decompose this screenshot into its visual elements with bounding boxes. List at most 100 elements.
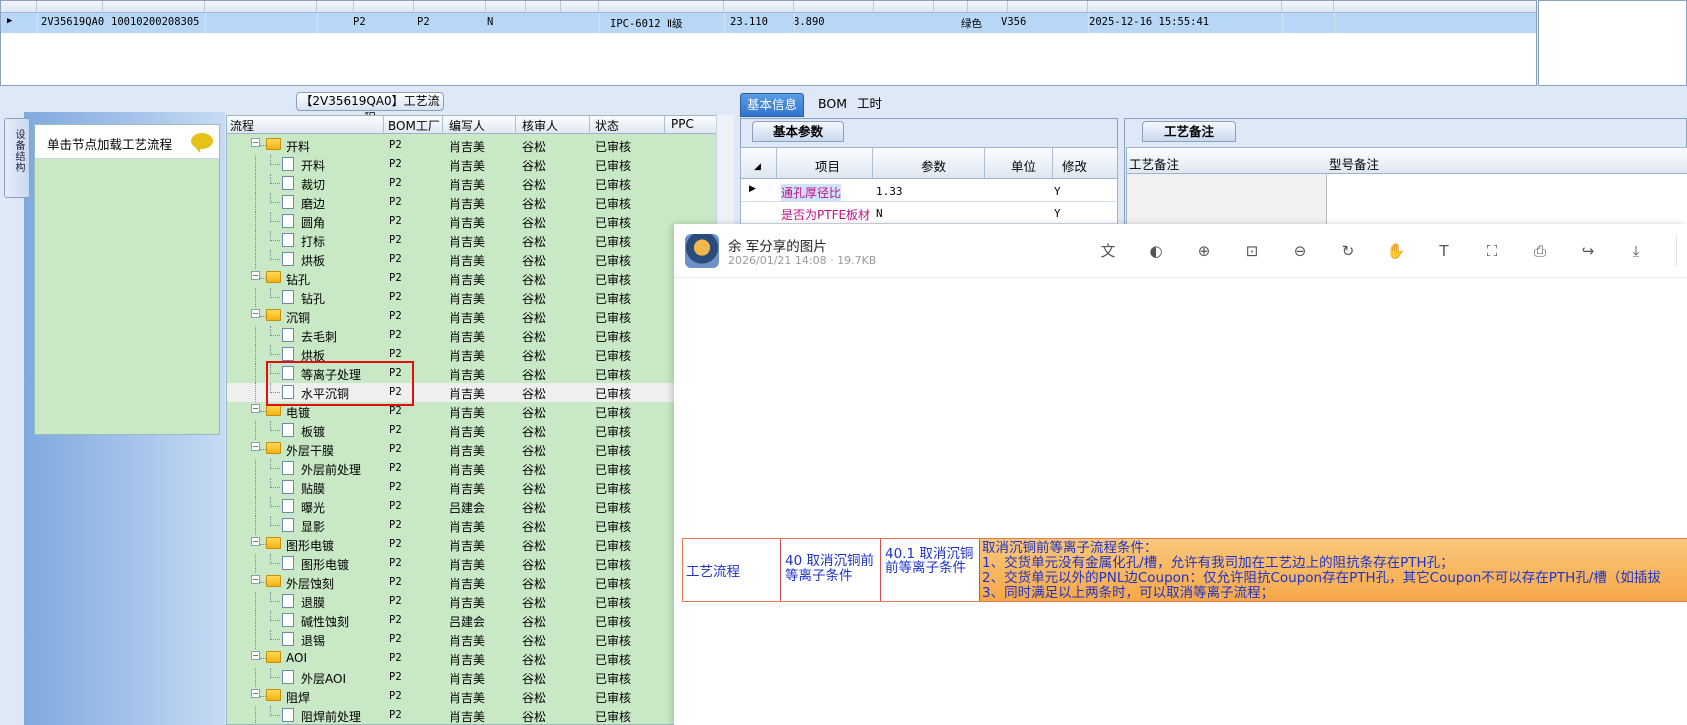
tree-step-row[interactable]: 外层前处理 P2 肖吉美 谷松 已审核 xyxy=(227,459,733,478)
tree-step-row[interactable]: 磨边 P2 肖吉美 谷松 已审核 xyxy=(227,193,733,212)
tree-node-label: 电镀 xyxy=(286,406,311,420)
order-code: 2V35619QA0 xyxy=(41,16,105,28)
process-note-input[interactable] xyxy=(1127,174,1327,228)
tree-cell-factory: P2 xyxy=(389,177,402,189)
col-writer[interactable]: 编写人 xyxy=(449,117,485,134)
tree-step-row[interactable]: 去毛刺 P2 肖吉美 谷松 已审核 xyxy=(227,326,733,345)
tree-cell-status: 已审核 xyxy=(595,672,632,686)
print-icon[interactable]: ⎙ xyxy=(1530,241,1550,261)
document-icon xyxy=(282,347,294,361)
tab-basic-params[interactable]: 基本参数 xyxy=(752,121,844,142)
tree-group-row[interactable]: − AOI P2 肖吉美 谷松 已审核 xyxy=(227,649,733,668)
tree-group-row[interactable]: − 外层蚀刻 P2 肖吉美 谷松 已审核 xyxy=(227,573,733,592)
tab-process-notes[interactable]: 工艺备注 xyxy=(1142,121,1236,142)
tree-node-label: 碱性蚀刻 xyxy=(301,615,350,629)
tree-node-label: 开料 xyxy=(286,140,311,154)
tree-cell-factory: P2 xyxy=(389,424,402,436)
hand-icon[interactable]: ✋ xyxy=(1386,241,1406,261)
collapse-icon[interactable]: − xyxy=(251,689,260,698)
tree-step-row[interactable]: 贴膜 P2 肖吉美 谷松 已审核 xyxy=(227,478,733,497)
tree-step-row[interactable]: 圆角 P2 肖吉美 谷松 已审核 xyxy=(227,212,733,231)
tree-cell-status: 已审核 xyxy=(595,292,632,306)
basic-params-header: ◢ 项目 参数 单位 修改 xyxy=(741,148,1117,179)
collapse-icon[interactable]: − xyxy=(251,309,260,318)
col-reviewer[interactable]: 核审人 xyxy=(522,117,558,134)
tree-cell-writer: 肖吉美 xyxy=(449,558,486,572)
tree-group-row[interactable]: − 阻焊 P2 肖吉美 谷松 已审核 xyxy=(227,687,733,706)
tree-group-row[interactable]: − 钻孔 P2 肖吉美 谷松 已审核 xyxy=(227,269,733,288)
tree-group-row[interactable]: − 开料 P2 肖吉美 谷松 已审核 xyxy=(227,136,733,155)
collapse-icon[interactable]: − xyxy=(251,271,260,280)
col-modify[interactable]: 修改 xyxy=(1062,156,1087,175)
tree-cell-reviewer: 谷松 xyxy=(522,140,547,154)
tree-cell-status: 已审核 xyxy=(595,311,632,325)
collapse-icon[interactable]: − xyxy=(251,575,260,584)
document-icon xyxy=(282,233,294,247)
tree-node-label: 阻焊 xyxy=(286,691,311,705)
col-item[interactable]: 项目 xyxy=(815,156,840,175)
order-row-selected[interactable]: ▶ 2V35619QA0 10010200208305 P2 P2 N IPC-… xyxy=(1,13,1536,33)
tree-cell-factory: P2 xyxy=(389,576,402,588)
tree-cell-factory: P2 xyxy=(389,481,402,493)
rotate-icon[interactable]: ↻ xyxy=(1338,241,1358,261)
param-row[interactable]: ▶ 通孔厚径比 1.33 Y xyxy=(741,180,1117,202)
tab-bom[interactable]: BOM xyxy=(812,93,853,117)
collapse-icon[interactable]: − xyxy=(251,404,260,413)
tree-cell-writer: 肖吉美 xyxy=(449,159,486,173)
tree-group-row[interactable]: − 外层干膜 P2 肖吉美 谷松 已审核 xyxy=(227,440,733,459)
tree-step-row[interactable]: 曝光 P2 吕建会 谷松 已审核 xyxy=(227,497,733,516)
tree-step-row[interactable]: 打标 P2 肖吉美 谷松 已审核 xyxy=(227,231,733,250)
col-unit[interactable]: 单位 xyxy=(1011,156,1036,175)
node-hint-bar[interactable]: 单击节点加载工艺流程 xyxy=(35,125,219,159)
collapse-icon[interactable]: − xyxy=(251,138,260,147)
share-icon[interactable]: ↪ xyxy=(1578,241,1598,261)
tree-step-row[interactable]: 开料 P2 肖吉美 谷松 已审核 xyxy=(227,155,733,174)
tree-step-row[interactable]: 裁切 P2 肖吉美 谷松 已审核 xyxy=(227,174,733,193)
model-note-input[interactable] xyxy=(1328,174,1687,228)
param-row[interactable]: 是否为PTFE板材 N Y xyxy=(741,202,1117,224)
text-extract-icon[interactable]: T xyxy=(1434,241,1454,261)
tab-labor-hours[interactable]: 工时 xyxy=(851,93,888,117)
tree-cell-factory: P2 xyxy=(389,291,402,303)
tree-cell-writer: 肖吉美 xyxy=(449,368,486,382)
tree-node-label: 阻焊前处理 xyxy=(301,710,362,724)
translate-icon[interactable]: 文 xyxy=(1098,241,1118,261)
col-ppc[interactable]: PPC xyxy=(671,117,694,131)
tree-cell-factory: P2 xyxy=(389,348,402,360)
tree-cell-writer: 肖吉美 xyxy=(449,273,486,287)
screenshot-icon[interactable]: ⛶ xyxy=(1482,241,1502,261)
tree-cell-writer: 肖吉美 xyxy=(449,197,486,211)
tree-group-row[interactable]: − 图形电镀 P2 肖吉美 谷松 已审核 xyxy=(227,535,733,554)
col-status[interactable]: 状态 xyxy=(595,117,619,134)
tree-group-row[interactable]: − 沉铜 P2 肖吉美 谷松 已审核 xyxy=(227,307,733,326)
tree-step-row[interactable]: 烘板 P2 肖吉美 谷松 已审核 xyxy=(227,250,733,269)
col-param[interactable]: 参数 xyxy=(921,156,946,175)
col-flow[interactable]: 流程 xyxy=(230,117,254,134)
actual-size-icon[interactable]: ⊡ xyxy=(1242,241,1262,261)
tree-step-row[interactable]: 图形电镀 P2 肖吉美 谷松 已审核 xyxy=(227,554,733,573)
zoom-out-icon[interactable]: ⊖ xyxy=(1290,241,1310,261)
contrast-icon[interactable]: ◐ xyxy=(1146,241,1166,261)
tree-step-row[interactable]: 钻孔 P2 肖吉美 谷松 已审核 xyxy=(227,288,733,307)
zoom-in-icon[interactable]: ⊕ xyxy=(1194,241,1214,261)
collapse-icon[interactable]: − xyxy=(251,442,260,451)
tree-step-row[interactable]: 显影 P2 肖吉美 谷松 已审核 xyxy=(227,516,733,535)
col-bom-factory[interactable]: BOM工厂 xyxy=(388,117,440,134)
tree-cell-status: 已审核 xyxy=(595,368,632,382)
tree-step-row[interactable]: 阻焊前处理 P2 肖吉美 谷松 已审核 xyxy=(227,706,733,724)
col-model-note[interactable]: 型号备注 xyxy=(1329,154,1379,173)
collapse-icon[interactable]: − xyxy=(251,651,260,660)
folder-icon xyxy=(266,689,281,701)
tree-step-row[interactable]: 外层AOI P2 肖吉美 谷松 已审核 xyxy=(227,668,733,687)
tree-step-row[interactable]: 板镀 P2 肖吉美 谷松 已审核 xyxy=(227,421,733,440)
collapse-icon[interactable]: − xyxy=(251,537,260,546)
download-icon[interactable]: ⤓ xyxy=(1626,241,1646,261)
tree-cell-reviewer: 谷松 xyxy=(522,539,547,553)
tree-cell-writer: 肖吉美 xyxy=(449,539,486,553)
col-process-note[interactable]: 工艺备注 xyxy=(1129,154,1179,173)
tab-basic-info[interactable]: 基本信息 xyxy=(740,93,805,117)
tree-step-row[interactable]: 碱性蚀刻 P2 吕建会 谷松 已审核 xyxy=(227,611,733,630)
tree-step-row[interactable]: 退锡 P2 肖吉美 谷松 已审核 xyxy=(227,630,733,649)
equipment-structure-tab[interactable]: 设备结构 xyxy=(4,118,30,198)
tree-step-row[interactable]: 退膜 P2 肖吉美 谷松 已审核 xyxy=(227,592,733,611)
